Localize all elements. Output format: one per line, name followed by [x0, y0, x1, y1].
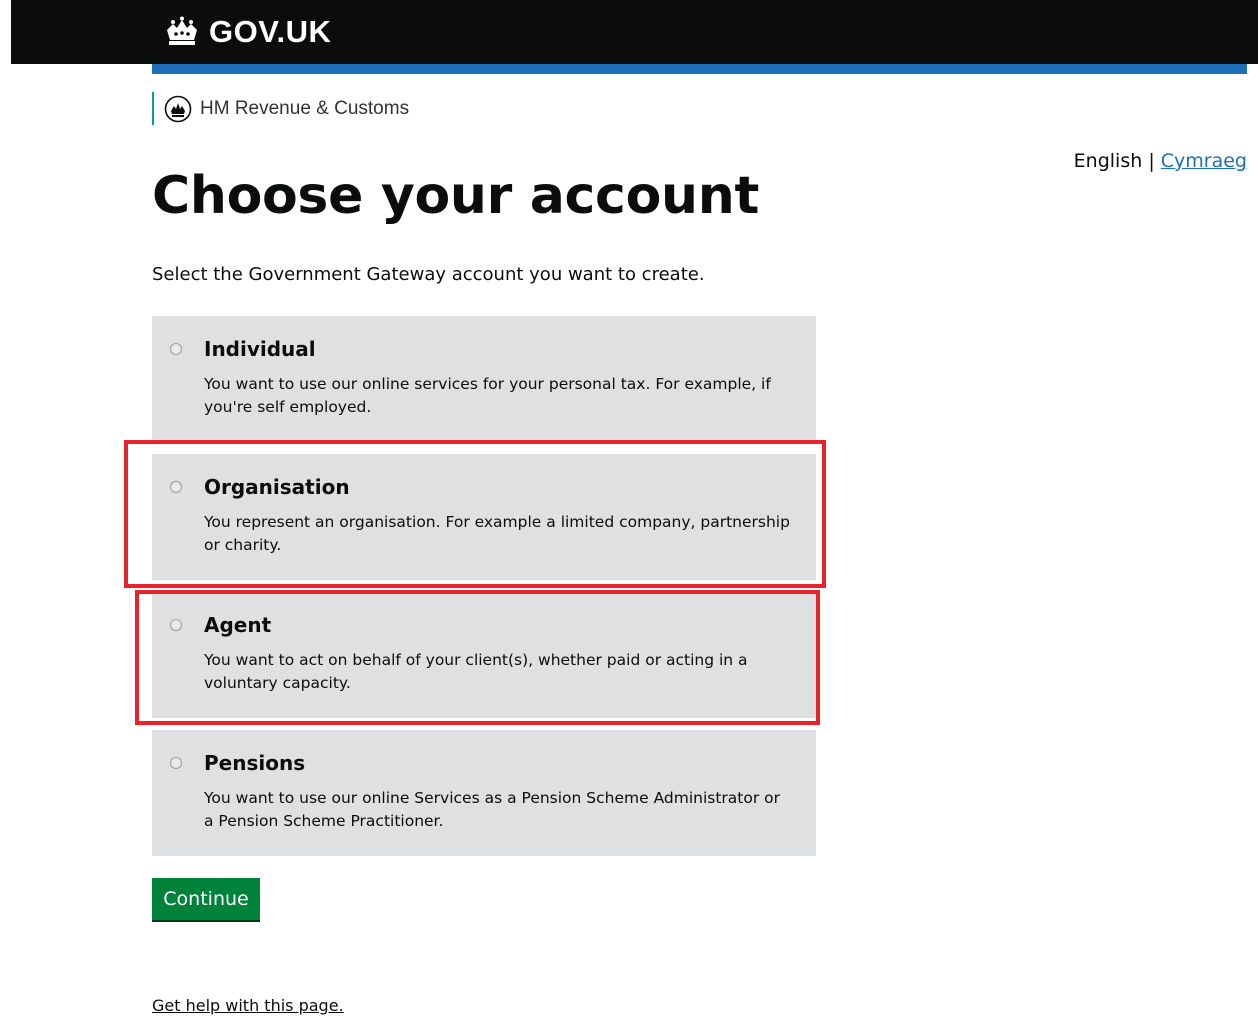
- option-hint: You represent an organisation. For examp…: [204, 513, 790, 554]
- option-agent[interactable]: Agent You want to act on behalf of your …: [152, 592, 816, 718]
- option-pensions[interactable]: Pensions You want to use our online Serv…: [152, 730, 816, 856]
- govuk-logo-link[interactable]: GOV.UK: [163, 14, 331, 50]
- option-hint: You want to use our online Services as a…: [204, 789, 781, 830]
- govuk-logo-text: GOV.UK: [209, 14, 332, 49]
- page-title: Choose your account: [152, 166, 760, 226]
- radio-agent[interactable]: [170, 619, 182, 631]
- option-label: Agent: [204, 613, 272, 637]
- option-label: Pensions: [204, 751, 306, 775]
- crown-icon: [167, 16, 197, 45]
- option-label: Organisation: [204, 475, 350, 499]
- hmrc-crest-icon: [164, 95, 192, 122]
- radio-individual[interactable]: [170, 343, 182, 355]
- language-current: English: [1073, 150, 1143, 172]
- option-individual[interactable]: Individual You want to use our online se…: [152, 316, 816, 442]
- option-hint: You want to act on behalf of your client…: [204, 651, 748, 692]
- hmrc-organisation-logo: HM Revenue & Customs: [152, 92, 409, 125]
- radio-pensions[interactable]: [170, 757, 182, 769]
- radio-organisation[interactable]: [170, 481, 182, 493]
- get-help-link[interactable]: Get help with this page.: [152, 996, 344, 1015]
- govuk-header: GOV.UK: [11, 0, 1258, 64]
- continue-button[interactable]: Continue: [152, 878, 260, 920]
- option-label: Individual: [204, 337, 316, 361]
- language-separator: |: [1148, 150, 1155, 172]
- language-cymraeg-link[interactable]: Cymraeg: [1161, 150, 1247, 172]
- option-organisation[interactable]: Organisation You represent an organisati…: [152, 454, 816, 580]
- option-hint: You want to use our online services for …: [204, 375, 771, 416]
- page-lede: Select the Government Gateway account yo…: [152, 264, 705, 285]
- header-blue-bar: [152, 64, 1247, 74]
- language-toggle: English | Cymraeg: [1074, 150, 1247, 172]
- hmrc-name: HM Revenue & Customs: [200, 97, 410, 119]
